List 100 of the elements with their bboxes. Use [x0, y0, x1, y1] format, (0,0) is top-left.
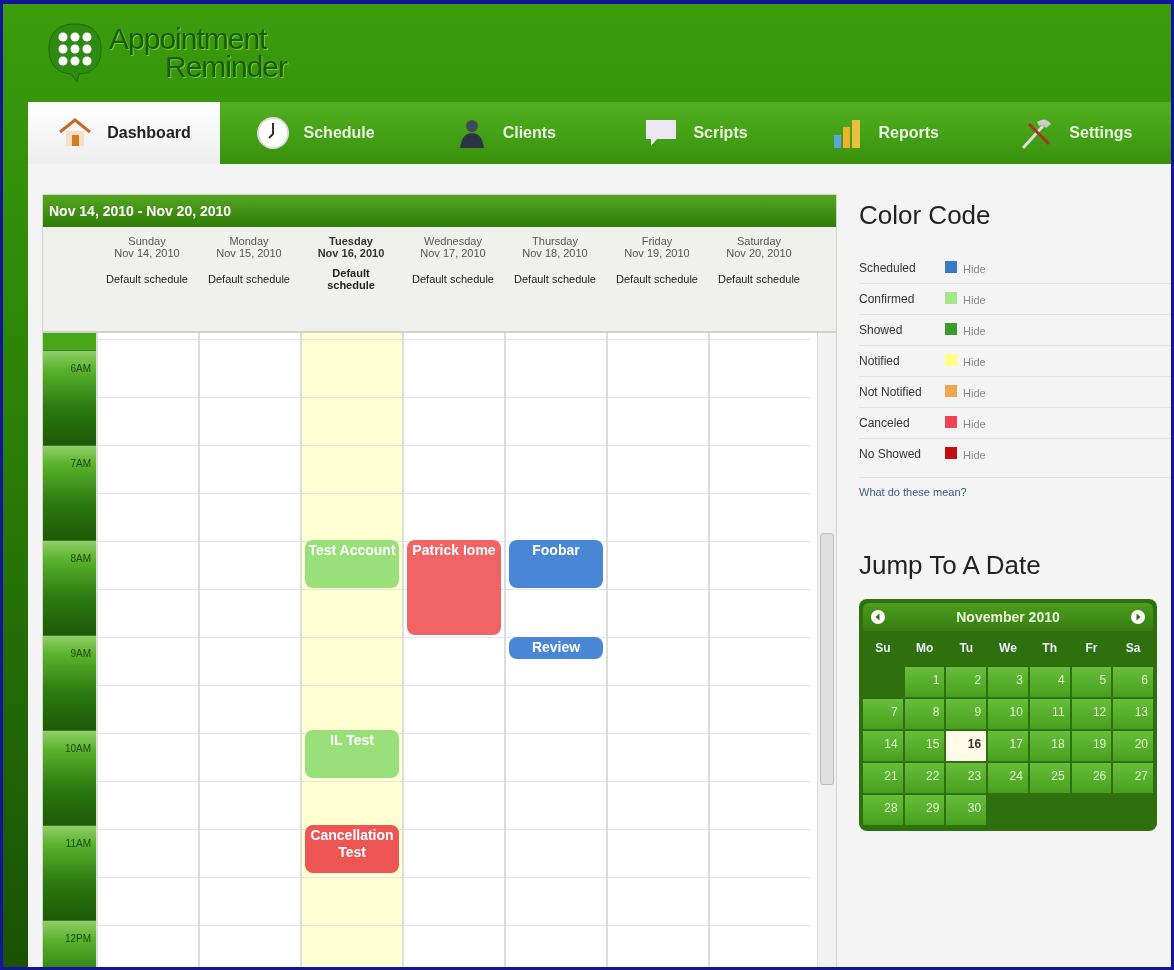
hour-label: 6AM: [70, 363, 91, 375]
date-cell[interactable]: 3: [988, 667, 1028, 697]
date-cell[interactable]: 29: [904, 795, 945, 825]
logo-text: Appointment: [109, 25, 268, 53]
date-cell[interactable]: 1: [904, 667, 945, 697]
status-label: Scheduled: [859, 261, 917, 275]
weekday-label: Mo: [914, 640, 935, 657]
nav-tab[interactable]: Reports: [790, 102, 981, 164]
date-cell[interactable]: 11: [1029, 699, 1070, 729]
appointment[interactable]: Patrick Iome: [407, 540, 501, 635]
date-cell[interactable]: 14: [863, 731, 903, 761]
day-date: Nov 15, 2010: [216, 247, 282, 259]
appointment[interactable]: IL Test: [305, 730, 399, 778]
date-cell[interactable]: 23: [946, 763, 987, 793]
date-cell[interactable]: 4: [1029, 667, 1070, 697]
nav-tab[interactable]: Scripts: [600, 102, 791, 164]
nav-tab[interactable]: Settings: [980, 102, 1171, 164]
nav-tab[interactable]: Schedule: [220, 102, 411, 164]
day-name: Friday: [641, 235, 673, 247]
date-cell[interactable]: 28: [863, 795, 903, 825]
date-cell[interactable]: 20: [1113, 731, 1153, 761]
date-cell[interactable]: 12: [1071, 699, 1112, 729]
day-date: Nov 16, 2010: [317, 247, 385, 259]
day-date: Nov 19, 2010: [624, 247, 690, 259]
schedule-label: Default schedule: [106, 273, 188, 285]
day-name: Wednesday: [424, 235, 482, 247]
schedule-label: Default schedule: [514, 273, 596, 285]
hide-link[interactable]: Hide: [963, 356, 1171, 368]
day-name: Monday: [229, 235, 269, 247]
clock-icon: [255, 116, 290, 150]
weekday-label: Su: [874, 640, 892, 657]
logo-text: Reminder: [165, 53, 288, 81]
day-date: Nov 14, 2010: [114, 247, 180, 259]
status-label: Canceled: [859, 416, 911, 430]
weekday-label: Tu: [958, 640, 975, 657]
date-cell[interactable]: 24: [988, 763, 1028, 793]
date-cell[interactable]: 8: [904, 699, 945, 729]
month-title: November 2010: [956, 609, 1060, 625]
date-cell[interactable]: 6: [1113, 667, 1153, 697]
hour-label: 9AM: [70, 648, 91, 660]
day-date: Nov 17, 2010: [420, 247, 486, 259]
hour-label: 7AM: [70, 458, 91, 470]
schedule-label: Default schedule: [208, 273, 290, 285]
date-cell[interactable]: 10: [988, 699, 1028, 729]
hide-link[interactable]: Hide: [963, 325, 1171, 337]
date-cell[interactable]: 18: [1029, 731, 1070, 761]
hide-link[interactable]: Hide: [963, 387, 1171, 399]
section-title: Color Code: [859, 200, 992, 231]
date-cell[interactable]: 7: [863, 699, 903, 729]
hour-label: 8AM: [70, 553, 91, 565]
date-cell[interactable]: 5: [1071, 667, 1112, 697]
hide-link[interactable]: Hide: [963, 449, 1171, 461]
status-label: No Showed: [859, 447, 923, 461]
schedule-label: Default schedule: [616, 273, 698, 285]
status-label: Notified: [859, 354, 901, 368]
nav-tab[interactable]: Clients: [410, 102, 601, 164]
date-cell[interactable]: 26: [1071, 763, 1112, 793]
appointment[interactable]: Test Account: [305, 540, 399, 588]
scrollbar[interactable]: [817, 333, 836, 967]
appointment[interactable]: Review: [509, 636, 603, 659]
appointment[interactable]: Foobar: [509, 540, 603, 588]
weekday-label: Sa: [1124, 640, 1142, 657]
date-cell[interactable]: 15: [904, 731, 945, 761]
date-cell[interactable]: 22: [904, 763, 945, 793]
hide-link[interactable]: Hide: [963, 263, 1171, 275]
weekday-label: Fr: [1084, 640, 1099, 657]
nav-tab[interactable]: Dashboard: [28, 102, 220, 164]
status-label: Showed: [859, 323, 904, 337]
day-name: Thursday: [532, 235, 578, 247]
weekday-label: We: [998, 640, 1018, 657]
help-link[interactable]: What do these mean?: [859, 486, 967, 498]
schedule-label: Default schedule: [412, 273, 494, 285]
date-cell[interactable]: 19: [1071, 731, 1112, 761]
date-cell[interactable]: 27: [1113, 763, 1153, 793]
date-cell[interactable]: 2: [946, 667, 987, 697]
hour-label: 10AM: [64, 743, 91, 755]
weekday-label: Th: [1041, 640, 1059, 657]
hour-label: 12PM: [64, 933, 91, 945]
hour-label: 11AM: [65, 838, 91, 850]
hide-link[interactable]: Hide: [963, 294, 1171, 306]
next-icon[interactable]: [1131, 610, 1145, 624]
day-name: Tuesday: [329, 235, 373, 247]
date-cell[interactable]: 9: [946, 699, 987, 729]
schedule-label: Default schedule: [326, 267, 376, 291]
date-cell[interactable]: 16: [946, 731, 987, 761]
date-cell[interactable]: 25: [1029, 763, 1070, 793]
day-date: Nov 18, 2010: [522, 247, 588, 259]
date-cell[interactable]: 13: [1113, 699, 1153, 729]
schedule-label: Default schedule: [718, 273, 800, 285]
day-name: Saturday: [737, 235, 781, 247]
logo-icon: [47, 22, 103, 84]
status-label: Not Notified: [859, 385, 923, 399]
hide-link[interactable]: Hide: [963, 418, 1171, 430]
week-title: Nov 14, 2010 - Nov 20, 2010: [43, 195, 836, 227]
date-cell[interactable]: 17: [988, 731, 1028, 761]
date-cell[interactable]: 30: [946, 795, 987, 825]
status-label: Confirmed: [859, 292, 916, 306]
appointment[interactable]: Cancellation Test: [305, 825, 399, 873]
date-cell[interactable]: 21: [863, 763, 903, 793]
previous-icon[interactable]: [871, 610, 885, 624]
